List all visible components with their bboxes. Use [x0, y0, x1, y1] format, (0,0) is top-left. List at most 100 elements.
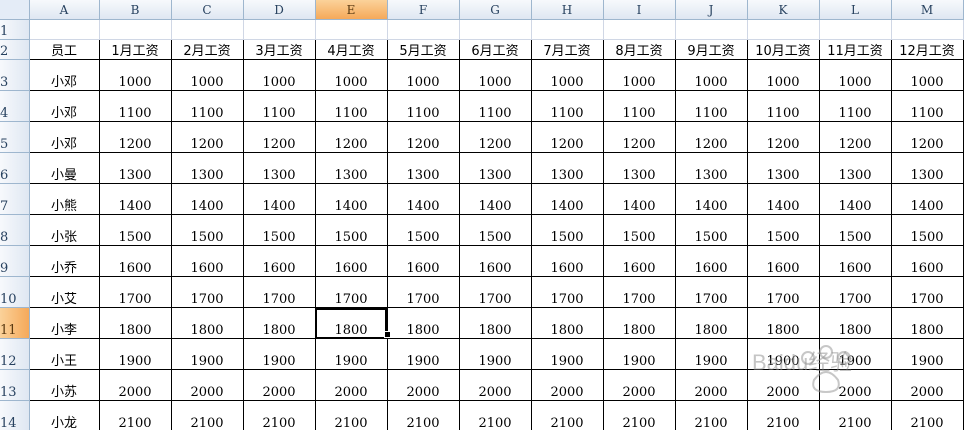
cell[interactable]: [243, 19, 316, 40]
salary-cell[interactable]: 1500: [459, 214, 532, 246]
salary-cell[interactable]: 2100: [747, 400, 820, 430]
salary-cell[interactable]: 1200: [459, 121, 532, 153]
column-header-i[interactable]: I: [603, 0, 676, 20]
salary-cell[interactable]: 1100: [315, 90, 388, 122]
header-cell[interactable]: 9月工资: [675, 39, 748, 60]
salary-cell[interactable]: 2100: [891, 400, 964, 430]
salary-cell[interactable]: 1500: [243, 214, 316, 246]
salary-cell[interactable]: 2100: [459, 400, 532, 430]
salary-cell[interactable]: 1600: [315, 245, 388, 277]
salary-cell[interactable]: 1400: [531, 183, 604, 215]
row-header[interactable]: 1: [0, 19, 30, 40]
salary-cell[interactable]: 1700: [675, 276, 748, 308]
salary-cell[interactable]: 1600: [603, 245, 676, 277]
cell[interactable]: [603, 19, 676, 40]
employee-name-cell[interactable]: 小乔: [28, 245, 100, 277]
row-header[interactable]: 2: [0, 39, 30, 60]
salary-cell[interactable]: 2000: [891, 369, 964, 401]
salary-cell[interactable]: 1200: [891, 121, 964, 153]
header-cell[interactable]: 5月工资: [387, 39, 460, 60]
employee-name-cell[interactable]: 小李: [28, 307, 100, 339]
cell[interactable]: [891, 19, 964, 40]
cell[interactable]: [531, 19, 604, 40]
column-header-d[interactable]: D: [243, 0, 316, 20]
salary-cell[interactable]: 1100: [243, 90, 316, 122]
salary-cell[interactable]: 1800: [459, 307, 532, 339]
salary-cell[interactable]: 1900: [243, 338, 316, 370]
salary-cell[interactable]: 1700: [171, 276, 244, 308]
salary-cell[interactable]: 1900: [891, 338, 964, 370]
salary-cell[interactable]: 1300: [675, 152, 748, 184]
salary-cell[interactable]: 2000: [747, 369, 820, 401]
select-all-corner[interactable]: [0, 0, 30, 20]
salary-cell[interactable]: 1900: [603, 338, 676, 370]
salary-cell[interactable]: 1000: [675, 59, 748, 91]
salary-cell[interactable]: 1800: [99, 307, 172, 339]
header-cell[interactable]: 11月工资: [819, 39, 892, 60]
salary-cell[interactable]: 1300: [603, 152, 676, 184]
salary-cell[interactable]: 1700: [603, 276, 676, 308]
salary-cell[interactable]: 1300: [171, 152, 244, 184]
row-header[interactable]: 13: [0, 369, 30, 401]
salary-cell[interactable]: 1100: [459, 90, 532, 122]
salary-cell[interactable]: 1900: [531, 338, 604, 370]
cell[interactable]: [387, 19, 460, 40]
salary-cell[interactable]: 1900: [99, 338, 172, 370]
row-header[interactable]: 6: [0, 152, 30, 184]
salary-cell[interactable]: 2000: [315, 369, 388, 401]
header-cell[interactable]: 10月工资: [747, 39, 820, 60]
salary-cell[interactable]: 1900: [387, 338, 460, 370]
fill-handle[interactable]: [384, 331, 391, 338]
row-header[interactable]: 12: [0, 338, 30, 370]
salary-cell[interactable]: 1800: [243, 307, 316, 339]
salary-cell[interactable]: 1500: [99, 214, 172, 246]
salary-cell[interactable]: 1900: [747, 338, 820, 370]
salary-cell[interactable]: 2100: [99, 400, 172, 430]
salary-cell[interactable]: 1000: [243, 59, 316, 91]
row-header[interactable]: 8: [0, 214, 30, 246]
salary-cell[interactable]: 1800: [531, 307, 604, 339]
salary-cell[interactable]: 1400: [675, 183, 748, 215]
salary-cell[interactable]: 1600: [243, 245, 316, 277]
header-cell[interactable]: 12月工资: [891, 39, 964, 60]
salary-cell[interactable]: 1100: [675, 90, 748, 122]
row-header[interactable]: 10: [0, 276, 30, 308]
header-cell[interactable]: 4月工资: [315, 39, 388, 60]
salary-cell[interactable]: 1100: [387, 90, 460, 122]
salary-cell[interactable]: 1800: [171, 307, 244, 339]
salary-cell[interactable]: 1100: [99, 90, 172, 122]
salary-cell[interactable]: 2000: [603, 369, 676, 401]
salary-cell[interactable]: 1400: [747, 183, 820, 215]
salary-cell[interactable]: 1900: [315, 338, 388, 370]
column-header-k[interactable]: K: [747, 0, 820, 20]
salary-cell[interactable]: 2000: [387, 369, 460, 401]
salary-cell[interactable]: 1900: [675, 338, 748, 370]
column-header-b[interactable]: B: [99, 0, 172, 20]
salary-cell[interactable]: 1800: [747, 307, 820, 339]
salary-cell[interactable]: 1700: [387, 276, 460, 308]
salary-cell[interactable]: 1700: [819, 276, 892, 308]
salary-cell[interactable]: 1400: [891, 183, 964, 215]
salary-cell[interactable]: 1200: [747, 121, 820, 153]
salary-cell[interactable]: 1700: [99, 276, 172, 308]
column-header-a[interactable]: A: [29, 0, 100, 20]
salary-cell[interactable]: 2000: [675, 369, 748, 401]
header-cell[interactable]: 1月工资: [99, 39, 172, 60]
row-header[interactable]: 3: [0, 59, 30, 91]
employee-name-cell[interactable]: 小邓: [28, 59, 100, 91]
salary-cell[interactable]: 1800: [675, 307, 748, 339]
salary-cell[interactable]: 1300: [819, 152, 892, 184]
salary-cell[interactable]: 2000: [99, 369, 172, 401]
salary-cell[interactable]: 2100: [243, 400, 316, 430]
cell[interactable]: [747, 19, 820, 40]
employee-name-cell[interactable]: 小邓: [28, 121, 100, 153]
header-cell[interactable]: 2月工资: [171, 39, 244, 60]
salary-cell[interactable]: 1500: [171, 214, 244, 246]
column-header-j[interactable]: J: [675, 0, 748, 20]
employee-name-cell[interactable]: 小邓: [28, 90, 100, 122]
salary-cell[interactable]: 1200: [675, 121, 748, 153]
employee-name-cell[interactable]: 小艾: [28, 276, 100, 308]
salary-cell[interactable]: 1100: [819, 90, 892, 122]
salary-cell[interactable]: 1200: [387, 121, 460, 153]
employee-name-cell[interactable]: 小苏: [28, 369, 100, 401]
